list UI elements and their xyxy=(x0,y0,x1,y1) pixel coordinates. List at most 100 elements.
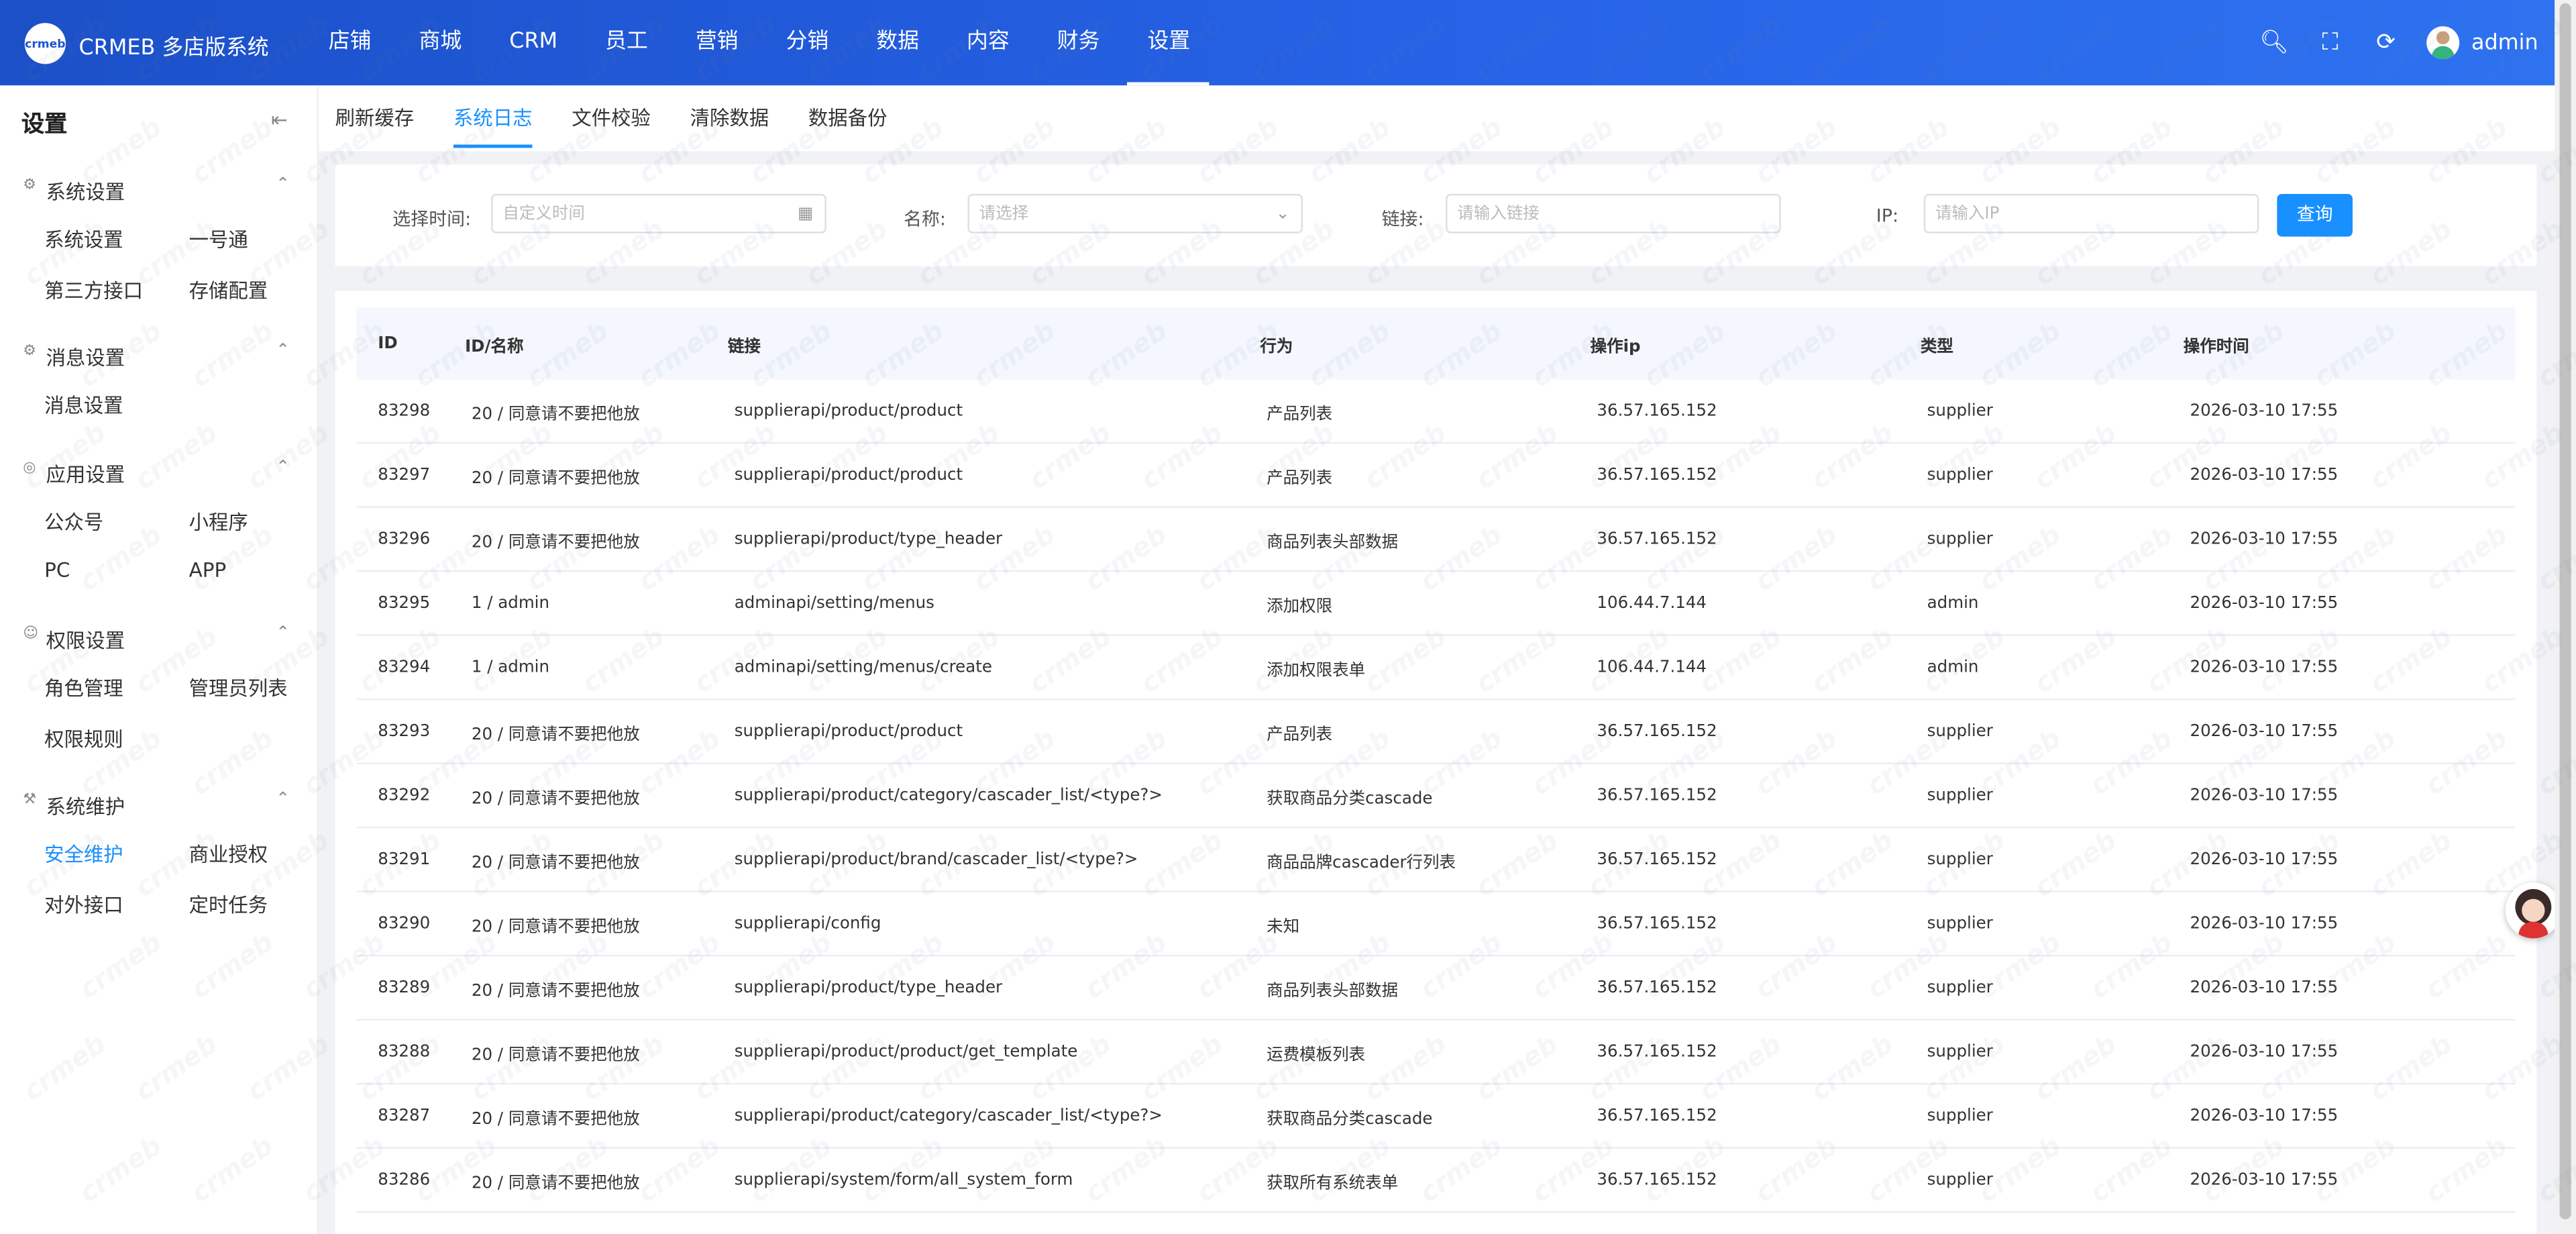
sidebar-group-header[interactable]: ⚙ 消息设置 ⌃ xyxy=(0,338,317,371)
time-range-input[interactable]: 自定义时间 ▦ xyxy=(491,193,826,234)
search-icon[interactable]: 🔍︎ xyxy=(2246,30,2302,56)
sidebar-group-header[interactable]: ◎ 应用设置 ⌃ xyxy=(0,455,317,488)
sidebar-group: ☺ 权限设置 ⌃ 角色管理 管理员列表 权限规则 xyxy=(0,621,317,752)
sidebar-item[interactable]: 权限规则 xyxy=(44,725,123,753)
sidebar-item[interactable]: APP xyxy=(189,559,227,582)
table-cell: supplier xyxy=(1899,827,2162,892)
table-cell: 产品列表 xyxy=(1238,443,1569,508)
table-cell: 36.57.165.152 xyxy=(1568,763,1900,829)
table-cell: 83290 xyxy=(356,891,444,957)
sidebar-item[interactable]: 对外接口 xyxy=(44,890,123,919)
topnav-item[interactable]: 内容 xyxy=(947,0,1029,85)
table-row: 83289 20 / 同意请不要把他放 supplierapi/product/ty… xyxy=(356,956,2516,1021)
table-cell: supplier xyxy=(1899,891,2162,957)
table-cell: 2026-03-10 17:55 xyxy=(2161,635,2516,701)
table-cell: 2026-03-10 17:55 xyxy=(2161,763,2516,829)
table-row: 83294 1 / admin adminapi/setting/menus/cre… xyxy=(356,635,2516,701)
topnav-item[interactable]: CRM xyxy=(490,0,578,85)
table-cell: 2026-03-10 17:55 xyxy=(2161,571,2516,636)
sidebar-item[interactable]: PC xyxy=(44,559,70,582)
sidebar-group-label: 应用设置 xyxy=(46,463,125,486)
topnav-item[interactable]: 数据 xyxy=(857,0,938,85)
name-placeholder: 请选择 xyxy=(979,205,1029,224)
fullscreen-icon[interactable]: ⛶ xyxy=(2302,30,2358,56)
user-name[interactable]: admin xyxy=(2471,30,2538,55)
customer-service-avatar[interactable] xyxy=(2505,882,2561,939)
topnav-item[interactable]: 营销 xyxy=(676,0,757,85)
tab[interactable]: 清除数据 xyxy=(690,103,769,144)
user-icon: ☺ xyxy=(23,626,39,643)
ip-input[interactable]: 请输入IP xyxy=(1923,193,2259,234)
column-header: 操作时间 xyxy=(2161,307,2516,380)
sidebar-item[interactable]: 系统设置 xyxy=(44,225,123,254)
name-select[interactable]: 请选择 ⌄ xyxy=(967,193,1303,234)
topnav-item[interactable]: 设置 xyxy=(1128,0,1210,86)
table-cell: supplierapi/product/category/cascader_li… xyxy=(706,1084,1239,1149)
sidebar-item[interactable]: 一号通 xyxy=(189,225,248,254)
chevron-up-icon: ⌃ xyxy=(276,176,290,194)
tab[interactable]: 刷新缓存 xyxy=(335,103,415,144)
avatar[interactable] xyxy=(2426,26,2460,60)
sidebar-item[interactable]: 安全维护 xyxy=(44,839,123,868)
table-cell: 2026-03-10 17:55 xyxy=(2161,1084,2516,1149)
table-cell: supplierapi/system/form/all_system_form xyxy=(706,1147,1239,1213)
table-row: 83291 20 / 同意请不要把他放 supplierapi/product/br… xyxy=(356,827,2516,892)
sidebar-group-header[interactable]: ☺ 权限设置 ⌃ xyxy=(0,621,317,654)
topnav-item[interactable]: 员工 xyxy=(586,0,667,85)
topnav-item[interactable]: 商城 xyxy=(399,0,481,85)
table-cell: supplier xyxy=(1899,1147,2162,1213)
table-cell: 20 / 同意请不要把他放 xyxy=(443,507,707,572)
table-cell: supplierapi/product/product xyxy=(706,699,1239,764)
chevron-up-icon: ⌃ xyxy=(276,790,290,809)
table-row: 83287 20 / 同意请不要把他放 supplierapi/product/ca… xyxy=(356,1084,2516,1149)
sidebar-item[interactable]: 消息设置 xyxy=(44,391,123,419)
top-nav: 店铺 商城 CRM 员工 营销 分销 数据 内容 财务 设置 xyxy=(309,0,1218,86)
tab[interactable]: 文件校验 xyxy=(572,103,651,144)
table-cell: 2026-03-10 17:55 xyxy=(2161,1147,2516,1213)
table-cell: 36.57.165.152 xyxy=(1568,891,1900,957)
column-header: 链接 xyxy=(706,307,1239,380)
table-cell: supplierapi/product/product/get_template xyxy=(706,1019,1239,1085)
time-placeholder: 自定义时间 xyxy=(502,205,585,224)
chevron-down-icon: ⌄ xyxy=(1275,205,1290,224)
sidebar: 设置 ⇤ ⚙ 系统设置 ⌃ 系统设置 一号通 第三方接口 存储配置 ⚙ 消息设置 ⌃ 消息设置 ◎ 应用… xyxy=(0,85,319,1234)
table-cell: 获取商品分类cascade xyxy=(1238,763,1569,829)
sidebar-item[interactable]: 小程序 xyxy=(189,508,248,536)
sidebar-group-label: 权限设置 xyxy=(46,629,125,653)
table-cell: 83287 xyxy=(356,1084,444,1149)
tab[interactable]: 数据备份 xyxy=(808,103,888,144)
sidebar-item[interactable]: 公众号 xyxy=(44,508,103,536)
table-row: 83293 20 / 同意请不要把他放 supplierapi/product/pr… xyxy=(356,699,2516,764)
collapse-sidebar-icon[interactable]: ⇤ xyxy=(271,109,288,132)
page-scrollbar[interactable] xyxy=(2555,0,2576,1234)
table-cell: 20 / 同意请不要把他放 xyxy=(443,379,707,444)
topnav-item[interactable]: 财务 xyxy=(1037,0,1119,85)
sidebar-group-header[interactable]: ⚙ 系统设置 ⌃ xyxy=(0,172,317,205)
tab[interactable]: 系统日志 xyxy=(453,103,533,148)
sidebar-item[interactable]: 定时任务 xyxy=(189,890,268,919)
table-cell: 83288 xyxy=(356,1019,444,1085)
sidebar-item[interactable]: 商业授权 xyxy=(189,839,268,868)
table-cell: supplierapi/product/product xyxy=(706,443,1239,508)
table-cell: supplier xyxy=(1899,443,2162,508)
link-placeholder: 请输入链接 xyxy=(1457,205,1540,224)
sidebar-item[interactable]: 管理员列表 xyxy=(189,674,288,702)
sidebar-item[interactable]: 第三方接口 xyxy=(44,276,143,304)
topnav-item[interactable]: 店铺 xyxy=(309,0,390,85)
link-input[interactable]: 请输入链接 xyxy=(1446,193,1781,234)
gear-icon: ⚙ xyxy=(23,343,37,360)
table-cell: 20 / 同意请不要把他放 xyxy=(443,956,707,1021)
table-cell: adminapi/setting/menus/create xyxy=(706,635,1239,701)
sidebar-item[interactable]: 角色管理 xyxy=(44,674,123,702)
topnav-item[interactable]: 分销 xyxy=(766,0,848,85)
name-label: 名称: xyxy=(903,209,946,230)
table-cell: admin xyxy=(1899,635,2162,701)
table-cell: 商品品牌cascader行列表 xyxy=(1238,827,1569,892)
refresh-icon[interactable]: ⟳ xyxy=(2358,30,2414,56)
query-button[interactable]: 查询 xyxy=(2277,193,2353,237)
logo-icon[interactable]: crmeb xyxy=(24,23,66,64)
sidebar-group-header[interactable]: ⚒ 系统维护 ⌃ xyxy=(0,787,317,820)
sidebar-item[interactable]: 存储配置 xyxy=(189,276,268,304)
table-cell: 1 / admin xyxy=(443,571,707,636)
table-row: 83290 20 / 同意请不要把他放 supplierapi/config 未知 36… xyxy=(356,891,2516,957)
